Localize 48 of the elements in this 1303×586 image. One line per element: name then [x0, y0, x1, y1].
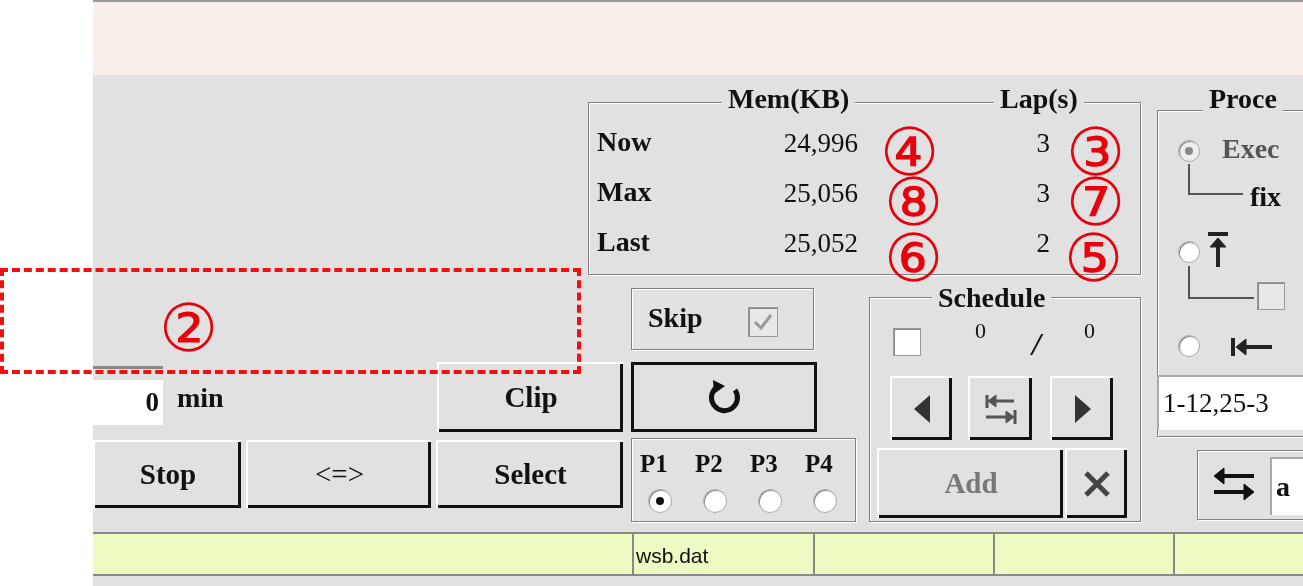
check-icon	[752, 311, 774, 333]
option-label: fix	[1250, 183, 1282, 211]
next-button[interactable]	[1050, 376, 1113, 440]
option-label: Exec	[1222, 135, 1280, 163]
reset-button[interactable]	[631, 362, 817, 432]
close-icon	[1083, 470, 1111, 498]
arrow-to-start-icon	[1230, 336, 1274, 358]
arrow-to-top-icon	[1206, 231, 1230, 269]
memory-value: 24,996	[782, 130, 858, 157]
range-field[interactable]: 1-12,25-3	[1157, 375, 1303, 430]
text-field[interactable]: a	[1270, 457, 1303, 515]
minutes-field[interactable]: 0	[93, 380, 163, 425]
action-button[interactable]: Select	[436, 440, 623, 508]
clip-button[interactable]: Clip	[437, 362, 623, 432]
lap-value: 2	[1035, 230, 1050, 257]
separator: /	[1032, 328, 1041, 360]
panel-legend: Lap(s)	[994, 85, 1084, 113]
priority-label: P4	[805, 451, 833, 476]
swap-arrows-icon	[1212, 466, 1256, 502]
right-triangle-icon	[1072, 393, 1093, 425]
close-button[interactable]	[1065, 448, 1127, 518]
tab-arrows-icon	[984, 392, 1018, 426]
row-label: Max	[597, 178, 652, 206]
memory-value: 25,056	[782, 180, 858, 207]
previous-button[interactable]	[890, 376, 952, 440]
skip-label: Skip	[648, 304, 703, 332]
row-label: Now	[597, 128, 652, 156]
status-text: wsb.dat	[636, 543, 709, 569]
left-triangle-icon	[912, 393, 932, 425]
priority-label: P1	[640, 451, 668, 476]
priority-label: P2	[695, 451, 723, 476]
panel-legend: Mem(KB)	[722, 85, 856, 113]
counter-value: 0	[975, 320, 986, 342]
checkbox[interactable]	[893, 328, 921, 356]
unit-label: min	[177, 384, 224, 412]
tab-button[interactable]	[968, 376, 1032, 440]
priority-label: P3	[750, 451, 778, 476]
counter-value: 0	[1084, 320, 1095, 342]
action-button[interactable]: Stop	[93, 440, 241, 508]
memory-value: 25,052	[782, 230, 858, 257]
action-button[interactable]: <=>	[246, 440, 431, 508]
lap-value: 3	[1035, 180, 1050, 207]
annotation-number: ②	[159, 296, 219, 362]
annotation-number: ⑤	[1064, 226, 1124, 292]
checkbox[interactable]	[748, 307, 778, 337]
lap-value: 3	[1035, 130, 1050, 157]
checkbox[interactable]	[1257, 282, 1285, 310]
row-label: Last	[597, 228, 650, 256]
